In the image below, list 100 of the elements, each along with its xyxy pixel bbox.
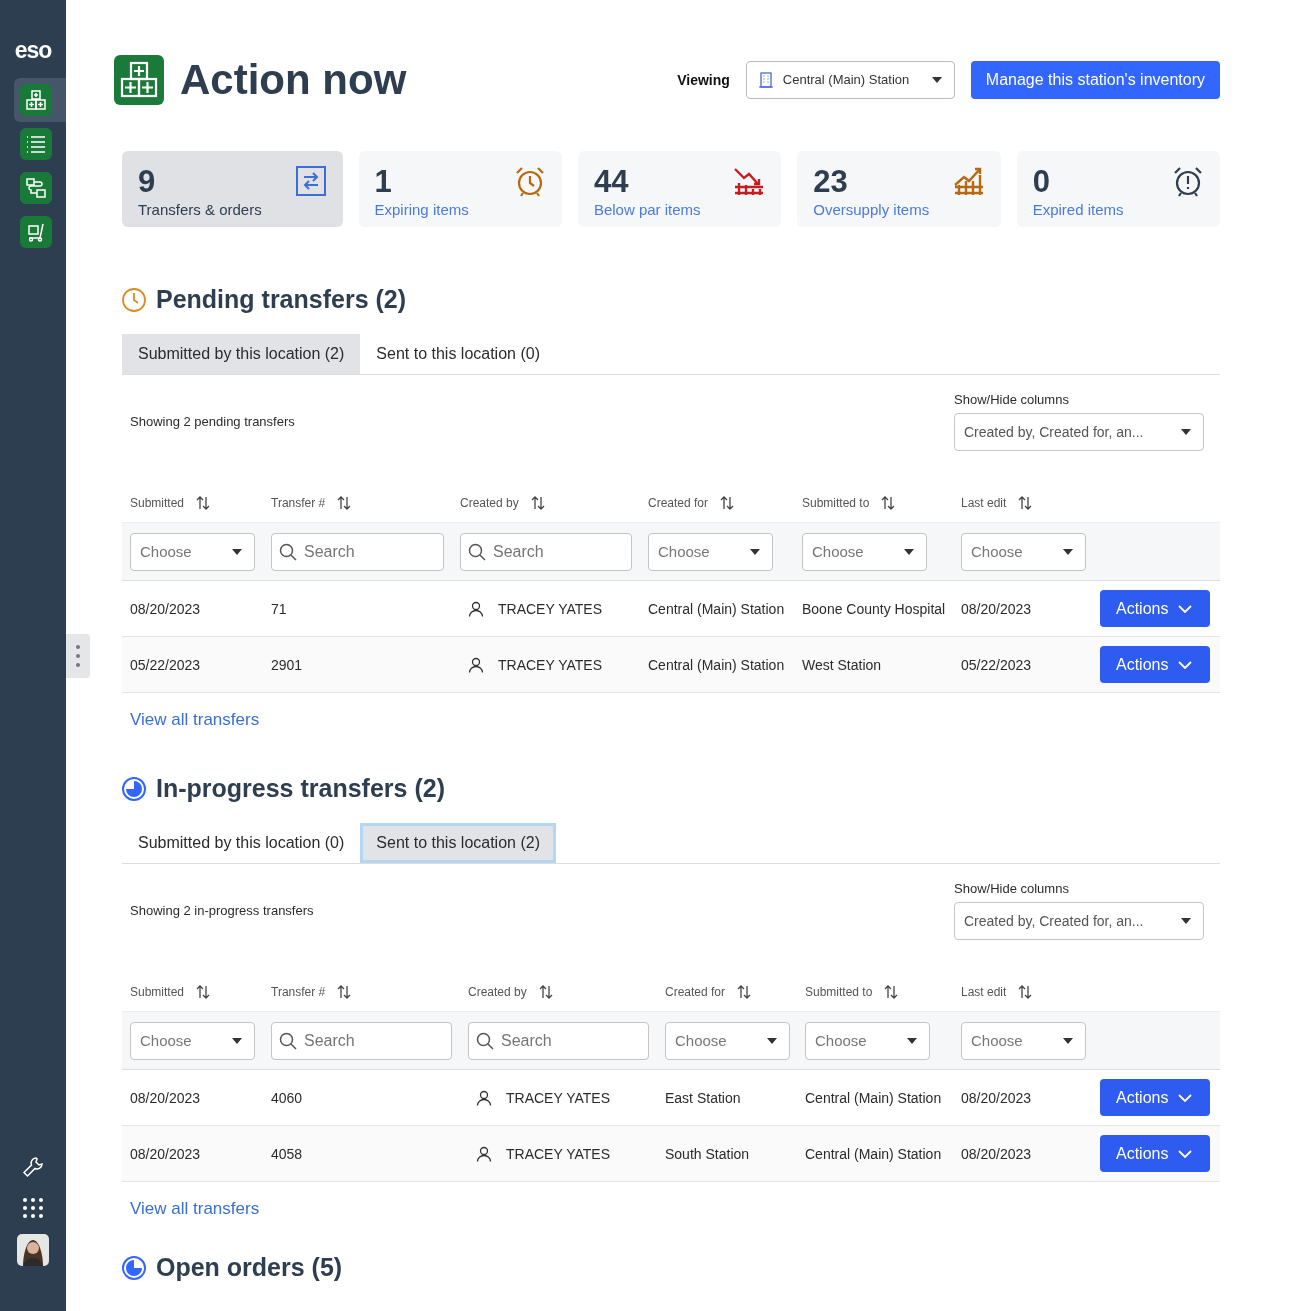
person-icon [468, 600, 484, 617]
stat-card[interactable]: 1 Expiring items [358, 151, 562, 227]
stat-card[interactable]: 23 Oversupply items [797, 151, 1001, 227]
column-header[interactable]: Transfer # [271, 496, 460, 510]
column-header[interactable]: Submitted to [805, 985, 961, 999]
stat-value: 1 [374, 165, 393, 199]
stat-card[interactable]: 0 Expired items [1016, 151, 1220, 227]
sort-icon [196, 496, 211, 510]
caret-icon [1063, 1037, 1073, 1044]
filter-dropdown[interactable]: Choose [802, 532, 927, 571]
wrench-icon[interactable] [22, 1156, 44, 1178]
stat-label: Expired items [1032, 201, 1124, 218]
columns-dropdown[interactable]: Created by, Created for, an... [954, 413, 1204, 451]
filter-dropdown[interactable]: Choose [130, 532, 255, 571]
search-field[interactable]: Search [460, 532, 632, 571]
column-header[interactable]: Submitted to [802, 496, 961, 510]
table-cell: 2901 [271, 656, 303, 673]
alarm-clock-icon [1172, 165, 1204, 197]
column-header[interactable]: Transfer # [271, 985, 468, 999]
stat-label: Oversupply items [813, 201, 930, 218]
chevron-icon [1178, 1149, 1193, 1158]
tab[interactable]: Sent to this location (0) [360, 334, 556, 374]
caret-icon [1181, 429, 1191, 435]
tab[interactable]: Submitted by this location (2) [122, 334, 361, 374]
person-icon [476, 1089, 492, 1106]
sort-icon [337, 985, 352, 999]
sort-icon [196, 985, 211, 999]
column-header[interactable]: Created for [665, 985, 805, 999]
chevron-icon [1178, 604, 1193, 613]
table-cell: 4058 [271, 1145, 303, 1162]
manage-inventory-button[interactable]: Manage this station's inventory [970, 60, 1220, 99]
filter-dropdown[interactable]: Choose [665, 1021, 790, 1060]
table-cell: 08/20/2023 [961, 1089, 1032, 1106]
search-icon [468, 542, 486, 561]
search-field[interactable]: Search [468, 1021, 649, 1060]
filter-dropdown[interactable]: Choose [961, 532, 1086, 571]
field-label: Show/Hide columns [954, 881, 1070, 896]
stat-value: 9 [138, 165, 157, 199]
caret-icon [750, 548, 760, 555]
filter-dropdown[interactable]: Choose [130, 1021, 255, 1060]
column-header[interactable]: Submitted [130, 496, 271, 510]
stat-card[interactable]: 44 Below par items [577, 151, 782, 227]
flow-icon [26, 178, 46, 198]
tab[interactable]: Sent to this location (2) [360, 823, 556, 863]
caret-icon [767, 1037, 777, 1044]
table-cell: Central (Main) Station [648, 656, 785, 673]
columns-dropdown[interactable]: Created by, Created for, an... [954, 902, 1204, 940]
person-icon [476, 1145, 492, 1162]
caret-icon [904, 548, 914, 555]
actions-button[interactable]: Actions [1100, 1079, 1211, 1116]
view-all-link[interactable]: View all transfers [130, 1199, 260, 1219]
actions-button[interactable]: Actions [1100, 590, 1211, 627]
caret-icon [232, 548, 242, 555]
person-icon [468, 656, 484, 673]
sort-icon [884, 985, 899, 999]
apps-icon[interactable] [23, 1198, 43, 1218]
search-field[interactable]: Search [271, 532, 444, 571]
station-dropdown[interactable]: Central (Main) Station [745, 60, 955, 99]
table-cell: Central (Main) Station [648, 600, 785, 617]
table-cell: 08/20/2023 [130, 1145, 201, 1162]
sort-icon [337, 496, 352, 510]
avatar-icon[interactable] [17, 1234, 49, 1266]
sort-icon [538, 985, 553, 999]
column-header[interactable]: Submitted [130, 985, 271, 999]
sort-icon [737, 985, 752, 999]
table-cell: 71 [271, 600, 287, 617]
stat-label: Below par items [593, 201, 701, 218]
actions-button[interactable]: Actions [1100, 646, 1211, 683]
column-header[interactable]: Created by [468, 985, 665, 999]
stat-value: 0 [1032, 165, 1051, 199]
filter-dropdown[interactable]: Choose [961, 1021, 1086, 1060]
field-label: Show/Hide columns [954, 392, 1070, 407]
tab[interactable]: Submitted by this location (0) [122, 823, 361, 863]
table-cell: TRACEY YATES [498, 600, 602, 617]
column-header[interactable]: Last edit [961, 496, 1100, 510]
search-field[interactable]: Search [271, 1021, 452, 1060]
filter-dropdown[interactable]: Choose [805, 1021, 930, 1060]
table-cell: 05/22/2023 [130, 656, 201, 673]
progress-icon [122, 1255, 146, 1280]
sort-icon [1018, 496, 1033, 510]
table-cell: 05/22/2023 [961, 656, 1032, 673]
sort-icon [720, 496, 735, 510]
filter-dropdown[interactable]: Choose [648, 532, 773, 571]
actions-button[interactable]: Actions [1100, 1135, 1211, 1172]
viewing-label: Viewing [677, 71, 730, 88]
stat-card[interactable]: 9 Transfers & orders [122, 151, 343, 227]
view-all-link[interactable]: View all transfers [130, 710, 260, 730]
column-header[interactable]: Last edit [961, 985, 1100, 999]
column-header[interactable]: Created by [460, 496, 648, 510]
caret-icon [931, 76, 942, 83]
list-icon [26, 135, 46, 153]
nav-item[interactable] [14, 78, 66, 122]
collapse-handle[interactable] [66, 634, 90, 678]
table-cell: TRACEY YATES [498, 656, 602, 673]
progress-icon [122, 776, 146, 801]
chevron-icon [1178, 1093, 1193, 1102]
table-cell: 08/20/2023 [130, 600, 201, 617]
chart-up-icon [952, 165, 985, 197]
logo: eso [14, 38, 52, 62]
column-header[interactable]: Created for [648, 496, 802, 510]
